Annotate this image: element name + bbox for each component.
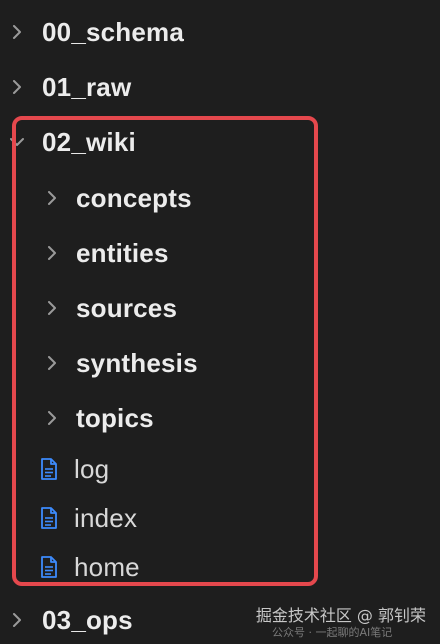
folder-label: topics xyxy=(76,402,154,433)
file-label: log xyxy=(74,453,110,484)
chevron-right-icon[interactable] xyxy=(45,246,59,260)
chevron-right-icon[interactable] xyxy=(10,613,24,627)
folder-sources[interactable]: sources xyxy=(0,286,440,330)
folder-01-raw[interactable]: 01_raw xyxy=(0,65,440,109)
folder-02-wiki[interactable]: 02_wiki xyxy=(0,120,440,164)
file-log[interactable]: log xyxy=(0,447,440,491)
file-index[interactable]: index xyxy=(0,496,440,540)
folder-topics[interactable]: topics xyxy=(0,396,440,440)
folder-synthesis[interactable]: synthesis xyxy=(0,341,440,385)
folder-label: 03_ops xyxy=(42,604,133,635)
file-label: index xyxy=(74,502,138,533)
file-explorer: 00_schema 01_raw 02_wiki concepts entiti… xyxy=(0,0,440,644)
folder-label: 02_wiki xyxy=(42,126,136,157)
chevron-right-icon[interactable] xyxy=(45,411,59,425)
folder-00-schema[interactable]: 00_schema xyxy=(0,10,440,54)
folder-entities[interactable]: entities xyxy=(0,231,440,275)
folder-label: entities xyxy=(76,237,169,268)
document-icon xyxy=(41,458,57,480)
chevron-right-icon[interactable] xyxy=(45,301,59,315)
document-icon xyxy=(41,556,57,578)
chevron-down-icon[interactable] xyxy=(10,135,24,149)
chevron-right-icon[interactable] xyxy=(10,80,24,94)
folder-label: 00_schema xyxy=(42,16,185,47)
file-label: home xyxy=(74,551,140,582)
document-icon xyxy=(41,507,57,529)
chevron-right-icon[interactable] xyxy=(10,25,24,39)
watermark-subtext: 公众号 · 一起聊的AI笔记 xyxy=(272,626,393,639)
file-home[interactable]: home xyxy=(0,545,440,589)
chevron-right-icon[interactable] xyxy=(45,191,59,205)
folder-label: 01_raw xyxy=(42,71,132,102)
folder-label: sources xyxy=(76,292,178,323)
folder-label: concepts xyxy=(76,182,192,213)
folder-concepts[interactable]: concepts xyxy=(0,176,440,220)
folder-label: synthesis xyxy=(76,347,198,378)
chevron-right-icon[interactable] xyxy=(45,356,59,370)
watermark: 掘金技术社区 @ 郭钊荣 xyxy=(255,606,426,625)
